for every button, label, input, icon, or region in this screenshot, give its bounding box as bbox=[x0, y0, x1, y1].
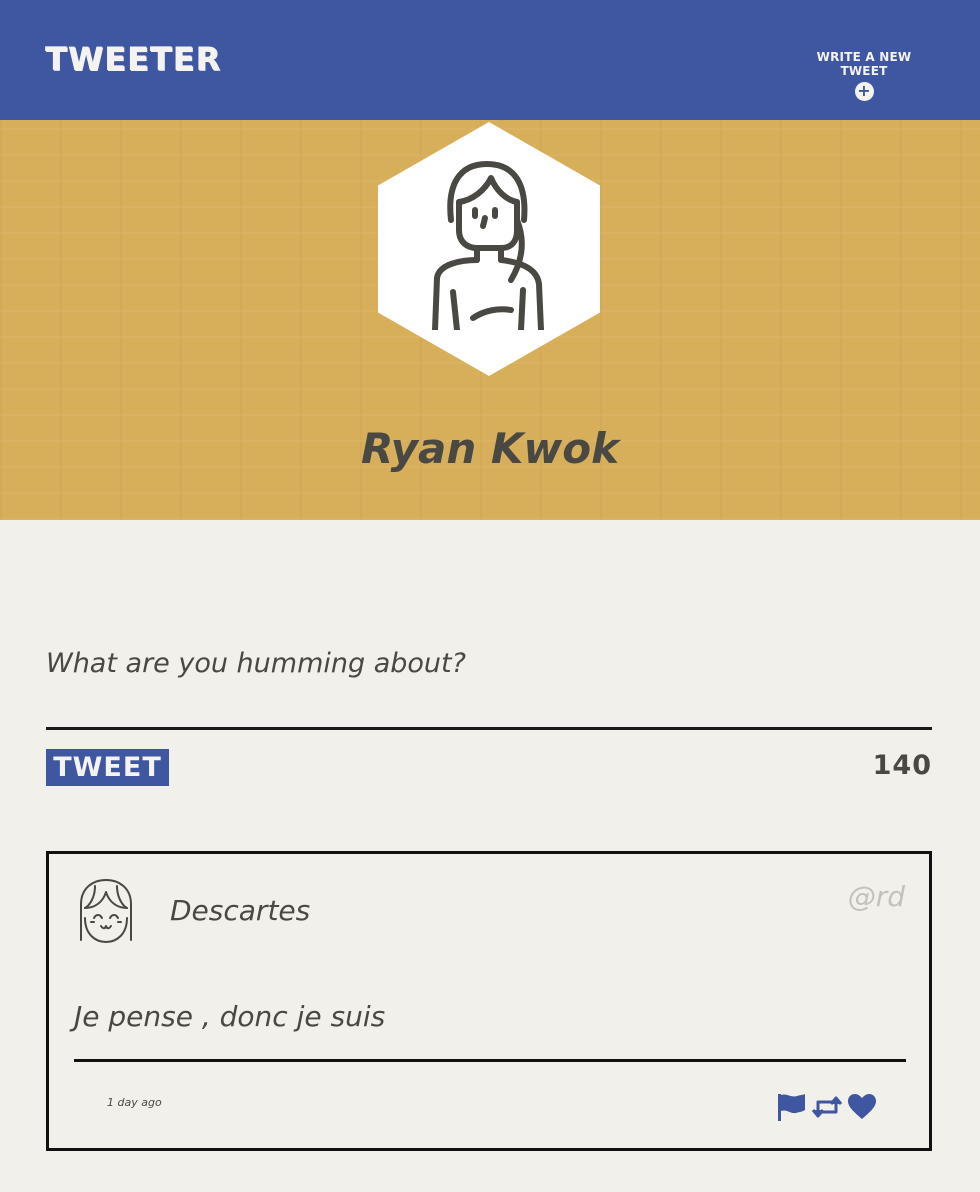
girl-face-avatar-icon bbox=[80, 879, 132, 943]
flag-icon[interactable] bbox=[776, 1092, 806, 1122]
char-counter: 140 bbox=[872, 750, 932, 781]
plus-circle-icon[interactable]: + bbox=[854, 82, 874, 101]
tweet-text: Je pense , donc je suis bbox=[74, 1000, 386, 1033]
profile-name: Ryan Kwok bbox=[360, 424, 620, 473]
tweet-card: Descartes @rd Je pense , donc je suis 1 … bbox=[46, 851, 932, 1151]
write-new-tweet-label[interactable]: WRITE A NEW TWEET bbox=[794, 50, 934, 78]
retweet-icon[interactable] bbox=[811, 1092, 843, 1122]
top-nav: TWEETER WRITE A NEW TWEET + bbox=[0, 0, 980, 120]
tweet-compose-input[interactable] bbox=[46, 640, 932, 730]
tweet-submit-button[interactable]: TWEET bbox=[46, 749, 169, 786]
tweet-author-handle[interactable]: @rd bbox=[848, 880, 905, 913]
brand-logo[interactable]: TWEETER bbox=[45, 40, 221, 78]
profile-header: Ryan Kwok bbox=[0, 120, 980, 520]
heart-icon[interactable] bbox=[847, 1092, 877, 1122]
profile-avatar bbox=[378, 122, 600, 376]
write-new-tweet-button[interactable]: WRITE A NEW TWEET + bbox=[794, 50, 934, 101]
tweet-timestamp: 1 day ago bbox=[107, 1096, 162, 1109]
tweet-divider bbox=[74, 1059, 906, 1062]
woman-avatar-icon bbox=[432, 161, 544, 330]
tweet-author-name[interactable]: Descartes bbox=[170, 894, 310, 927]
